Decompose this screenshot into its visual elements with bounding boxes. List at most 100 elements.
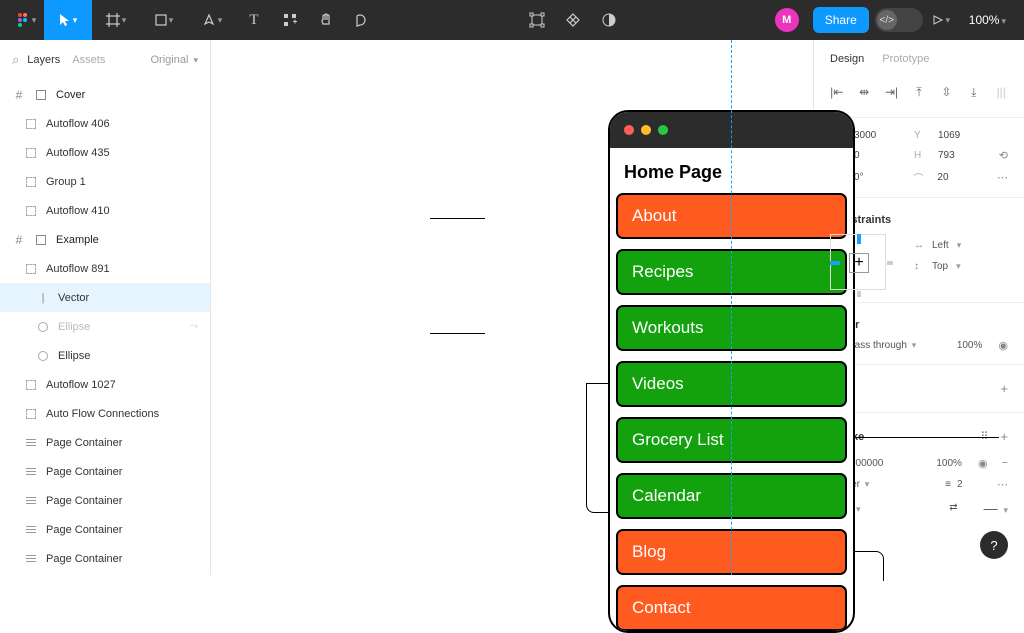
distribute-icon[interactable]: ||| [991, 81, 1012, 103]
layer-row[interactable]: Page Container [0, 544, 210, 573]
ellipse-icon [36, 320, 50, 334]
x-field[interactable]: 3000 [854, 130, 902, 141]
more-icon[interactable]: ⋯ [997, 171, 1008, 184]
stroke-opacity-field[interactable]: 100% [936, 458, 962, 469]
search-icon[interactable]: ⌕ [12, 52, 19, 68]
layer-row[interactable]: Group 1 [0, 167, 210, 196]
move-tool[interactable]: ▾ [44, 0, 92, 40]
layer-label: Autoflow 1027 [46, 379, 116, 391]
add-stroke-button[interactable]: + [1000, 429, 1008, 444]
constraints-center-icon[interactable]: + [849, 253, 869, 273]
visibility-icon[interactable]: ◉ [998, 339, 1008, 352]
maximize-dot-icon [658, 125, 668, 135]
w-field[interactable]: 0 [854, 150, 902, 161]
align-right-icon[interactable]: ⇥| [881, 81, 902, 103]
stroke-width-field[interactable]: 2 [957, 479, 981, 490]
align-top-icon[interactable]: ⤒ [908, 81, 929, 103]
layer-row[interactable]: # Example [0, 225, 210, 254]
layer-label: Example [56, 234, 99, 246]
link-dims-icon[interactable]: ⟲ [999, 149, 1008, 162]
prototype-tab[interactable]: Prototype [882, 53, 929, 65]
ellipse-icon [36, 349, 50, 363]
vertical-guide[interactable] [731, 40, 732, 575]
rotation-field[interactable]: 0° [854, 172, 902, 183]
layer-label: Autoflow 891 [46, 263, 110, 275]
top-toolbar: ▾ ▾ ▾ ▾ ▾ T M Share </> ▾ 100%▾ [0, 0, 1024, 40]
pen-tool[interactable]: ▾ [188, 0, 236, 40]
constraints-widget[interactable]: + [830, 234, 886, 290]
layer-row[interactable]: Autoflow 891 [0, 254, 210, 283]
layer-label: Ellipse [58, 321, 90, 333]
vector-icon: | [36, 291, 50, 305]
autolayout-icon [24, 436, 38, 450]
component-icon[interactable] [555, 0, 591, 40]
layer-row[interactable]: Ellipse⤳ [0, 312, 210, 341]
layer-row[interactable]: Page Container [0, 486, 210, 515]
design-tab[interactable]: Design [830, 53, 864, 65]
resources-tool[interactable] [272, 0, 308, 40]
radius-field[interactable]: 20 [937, 172, 985, 183]
align-bottom-icon[interactable]: ⤓ [963, 81, 984, 103]
v-constraint-dropdown[interactable]: ↕Top ▾ [914, 261, 961, 272]
figma-menu-button[interactable]: ▾ [8, 0, 44, 40]
select-group-icon[interactable] [519, 0, 555, 40]
radius-icon: ⌒ [914, 170, 926, 185]
design-canvas[interactable]: Home Page AboutRecipesWorkoutsVideosGroc… [211, 40, 813, 575]
layer-row[interactable]: Auto Flow Connections [0, 399, 210, 428]
stroke-more-icon[interactable]: ⋯ [997, 478, 1008, 491]
frame-tool[interactable]: ▾ [92, 0, 140, 40]
layer-row[interactable]: Page Container [0, 428, 210, 457]
page-dropdown[interactable]: Original ▾ [151, 54, 199, 66]
hand-tool[interactable] [308, 0, 344, 40]
y-field[interactable]: 1069 [938, 130, 986, 141]
layers-tab[interactable]: Layers [27, 54, 60, 66]
align-vcenter-icon[interactable]: ⇳ [936, 81, 957, 103]
connector-line [854, 437, 999, 438]
swap-endpoints-button[interactable]: ⇄ [949, 502, 957, 513]
opacity-field[interactable]: 100% [957, 340, 983, 351]
layer-row[interactable]: Page Container [0, 457, 210, 486]
close-dot-icon [624, 125, 634, 135]
h-constraint-dropdown[interactable]: ↔Left ▾ [914, 240, 961, 251]
layer-label: Cover [56, 89, 85, 101]
layer-row[interactable]: Autoflow 435 [0, 138, 210, 167]
layer-label: Group 1 [46, 176, 86, 188]
layer-row[interactable]: Autoflow 1027 [0, 370, 210, 399]
layer-row[interactable]: |Vector [0, 283, 210, 312]
group-icon [24, 407, 38, 421]
remove-stroke-button[interactable]: − [1002, 457, 1008, 469]
help-button[interactable]: ? [980, 531, 1008, 559]
dev-mode-toggle[interactable]: </> [875, 8, 923, 32]
shape-tool[interactable]: ▾ [140, 0, 188, 40]
layer-row[interactable]: Ellipse [0, 341, 210, 370]
layer-label: Page Container [46, 524, 122, 536]
endpoint-end-dropdown[interactable]: — ▾ [984, 500, 1008, 516]
stroke-visibility-icon[interactable]: ◉ [978, 457, 988, 470]
align-row: |⇤ ⇹ ⇥| ⤒ ⇳ ⤓ ||| [814, 75, 1024, 109]
user-avatar[interactable]: M [775, 8, 799, 32]
layer-row[interactable]: Autoflow 406 [0, 109, 210, 138]
layer-row[interactable]: Autoflow 410 [0, 196, 210, 225]
layer-row[interactable]: Page Container [0, 515, 210, 544]
group-icon [24, 146, 38, 160]
layer-row[interactable]: #Cover [0, 80, 210, 109]
menu-button[interactable]: Contact [616, 585, 847, 631]
comment-tool[interactable] [344, 0, 380, 40]
text-tool[interactable]: T [236, 0, 272, 40]
h-field[interactable]: 793 [938, 150, 986, 161]
stroke-weight-icon: ≡ [945, 479, 951, 490]
align-hcenter-icon[interactable]: ⇹ [853, 81, 874, 103]
connector-line [854, 551, 884, 581]
frame-icon: # [12, 233, 26, 247]
mask-icon[interactable] [591, 0, 627, 40]
assets-tab[interactable]: Assets [72, 54, 105, 66]
align-left-icon[interactable]: |⇤ [826, 81, 847, 103]
add-fill-button[interactable]: + [1000, 381, 1008, 396]
autolayout-icon [24, 465, 38, 479]
zoom-dropdown[interactable]: 100%▾ [969, 13, 1006, 27]
blend-dropdown[interactable]: Pass through ▾ [848, 340, 916, 351]
share-button[interactable]: Share [813, 7, 869, 33]
stroke-hex-field[interactable]: 000000 [850, 458, 883, 469]
present-button[interactable]: ▾ [923, 0, 959, 40]
group-icon [24, 175, 38, 189]
